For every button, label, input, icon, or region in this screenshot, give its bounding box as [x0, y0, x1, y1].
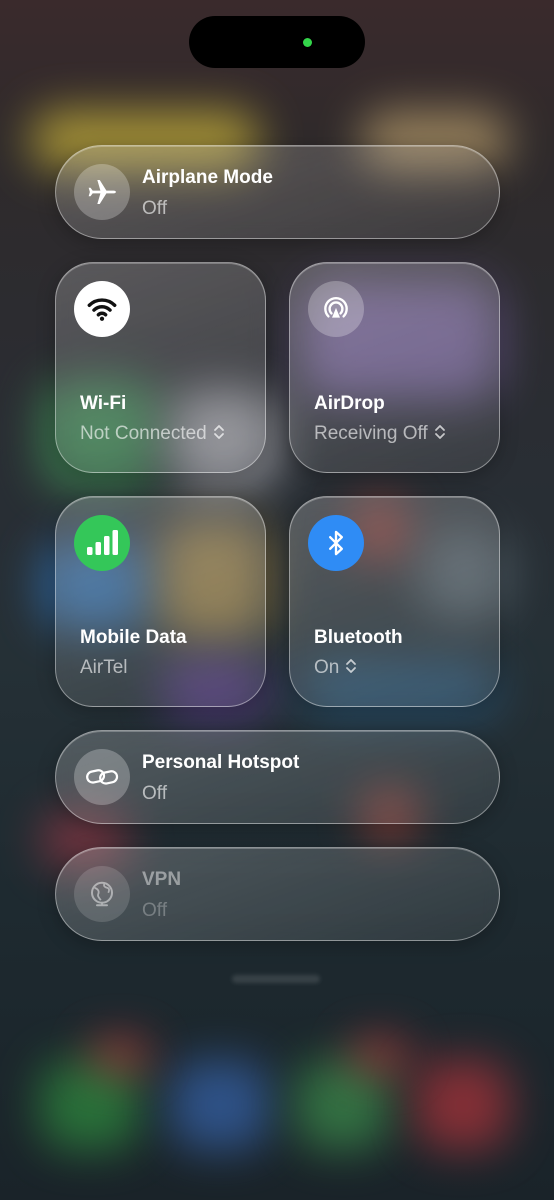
blurred-badge	[350, 1040, 410, 1070]
bluetooth-device-selector[interactable]: On	[314, 657, 357, 679]
wifi-tile[interactable]: Wi-Fi Not Connected	[55, 262, 266, 473]
chevron-up-down-icon	[346, 659, 357, 673]
airplane-mode-toggle[interactable]: Airplane Mode Off	[55, 145, 500, 239]
vpn-toggle[interactable]: VPN Off	[55, 847, 500, 941]
chevron-up-down-icon	[213, 425, 224, 439]
wifi-toggle-button[interactable]	[74, 281, 130, 337]
bluetooth-status: On	[314, 657, 340, 678]
airplane-mode-status: Off	[142, 198, 167, 219]
airplane-mode-button[interactable]	[74, 164, 130, 220]
blurred-dock-icon	[40, 1060, 140, 1150]
wifi-network-selector[interactable]: Not Connected	[80, 423, 225, 445]
blurred-page-indicator	[232, 975, 320, 983]
personal-hotspot-status: Off	[142, 783, 167, 804]
chevron-up-down-icon	[434, 425, 445, 439]
personal-hotspot-label: Personal Hotspot	[142, 752, 300, 773]
airdrop-icon	[324, 297, 348, 318]
airplane-mode-label: Airplane Mode	[142, 167, 273, 188]
bluetooth-tile[interactable]: Bluetooth On	[289, 496, 500, 707]
camera-in-use-indicator	[303, 38, 312, 47]
airdrop-visibility-selector[interactable]: Receiving Off	[314, 423, 446, 445]
mobile-data-tile[interactable]: Mobile Data AirTel	[55, 496, 266, 707]
airdrop-toggle-button[interactable]	[308, 281, 364, 337]
airdrop-status: Receiving Off	[314, 423, 428, 444]
blurred-dock-icon	[170, 1060, 270, 1150]
link-icon	[86, 769, 119, 785]
vpn-label: VPN	[142, 869, 182, 890]
airdrop-label: AirDrop	[314, 393, 385, 414]
mobile-data-toggle-button[interactable]	[74, 515, 130, 571]
blurred-dock-icon	[415, 1060, 510, 1150]
globe-icon	[91, 881, 113, 907]
airplane-icon	[88, 180, 116, 204]
wifi-status: Not Connected	[80, 423, 207, 444]
personal-hotspot-button[interactable]	[74, 749, 130, 805]
blurred-badge	[90, 1040, 150, 1070]
vpn-button[interactable]	[74, 866, 130, 922]
vpn-status: Off	[142, 900, 167, 921]
bluetooth-toggle-button[interactable]	[308, 515, 364, 571]
dynamic-island	[189, 16, 365, 68]
personal-hotspot-toggle[interactable]: Personal Hotspot Off	[55, 730, 500, 824]
bluetooth-icon	[329, 530, 343, 556]
blurred-dock-icon	[295, 1060, 390, 1150]
mobile-data-label: Mobile Data	[80, 627, 187, 648]
bluetooth-label: Bluetooth	[314, 627, 403, 648]
wifi-label: Wi-Fi	[80, 393, 127, 414]
wifi-icon	[87, 298, 117, 321]
mobile-data-carrier: AirTel	[80, 657, 128, 678]
airdrop-tile[interactable]: AirDrop Receiving Off	[289, 262, 500, 473]
cellular-signal-icon	[87, 530, 118, 555]
